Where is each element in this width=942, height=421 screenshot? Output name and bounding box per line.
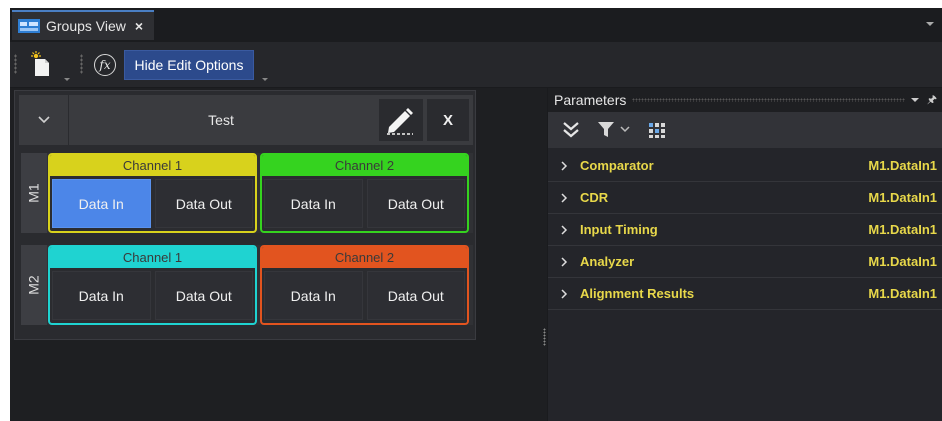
param-value: M1.DataIn1 [868, 222, 937, 237]
pencil-icon [387, 108, 413, 135]
tab-groups-view[interactable]: Groups View × [12, 10, 154, 40]
toolbar: fx Hide Edit Options [10, 42, 942, 88]
data-in-button[interactable]: Data In [264, 271, 363, 320]
chevron-right-icon [561, 256, 568, 267]
group-header: Test X [19, 95, 473, 145]
parameters-title: Parameters [554, 92, 627, 108]
chevron-right-icon [561, 160, 568, 171]
panel-splitter[interactable] [543, 328, 546, 346]
param-row-comparator[interactable]: Comparator M1.DataIn1 [548, 150, 942, 182]
parameters-toolbar [548, 112, 942, 148]
data-in-button[interactable]: Data In [52, 179, 151, 228]
toolbar-grip[interactable] [14, 54, 17, 74]
new-document-icon [31, 51, 49, 76]
group-title: Test [208, 112, 234, 128]
param-name: Input Timing [580, 222, 658, 237]
fx-button[interactable]: fx [90, 51, 120, 79]
new-document-button[interactable] [26, 50, 56, 78]
data-in-button[interactable]: Data In [52, 271, 151, 320]
param-name: Alignment Results [580, 286, 695, 301]
grid-view-button[interactable] [646, 119, 668, 141]
parameters-title-bar: Parameters 🖈 [548, 88, 942, 112]
module-label: M1 [21, 153, 47, 233]
title-bar-grip [632, 98, 905, 102]
chevron-right-icon [561, 192, 568, 203]
data-out-button[interactable]: Data Out [154, 271, 253, 320]
data-out-button[interactable]: Data Out [154, 179, 253, 228]
collapse-button[interactable] [19, 95, 69, 145]
parameters-panel: Parameters 🖈 Comparator M1.DataIn1 CDR M… [547, 88, 942, 421]
chevron-right-icon [561, 224, 568, 235]
param-name: CDR [580, 190, 609, 205]
grid-icon [649, 123, 665, 138]
param-row-cdr[interactable]: CDR M1.DataIn1 [548, 182, 942, 214]
param-value: M1.DataIn1 [868, 286, 937, 301]
groups-panel: Test X M1 Channel 1 Data In Data Out Cha… [14, 90, 476, 340]
data-in-button[interactable]: Data In [264, 179, 363, 228]
filter-icon [598, 122, 630, 137]
module-row-m1: M1 Channel 1 Data In Data Out Channel 2 … [21, 153, 473, 233]
param-name: Analyzer [580, 254, 635, 269]
channel-title: Channel 2 [262, 247, 467, 268]
hide-edit-options-button[interactable]: Hide Edit Options [124, 50, 254, 80]
double-chevron-down-icon [563, 122, 579, 138]
param-value: M1.DataIn1 [868, 254, 937, 269]
tab-close-icon[interactable]: × [135, 18, 143, 34]
data-out-button[interactable]: Data Out [366, 271, 465, 320]
tab-strip-dropdown-icon[interactable] [926, 22, 934, 26]
channel-card: Channel 2 Data In Data Out [260, 245, 469, 325]
channel-title: Channel 2 [262, 155, 467, 176]
param-name: Comparator [580, 158, 654, 173]
groups-view-icon [18, 19, 40, 33]
pin-icon[interactable]: 🖈 [927, 91, 937, 110]
tab-title: Groups View [46, 18, 126, 34]
toolbar-grip[interactable] [80, 54, 83, 74]
param-row-alignment-results[interactable]: Alignment Results M1.DataIn1 [548, 278, 942, 310]
channel-title: Channel 1 [50, 155, 255, 176]
param-row-analyzer[interactable]: Analyzer M1.DataIn1 [548, 246, 942, 278]
new-document-dropdown-icon[interactable] [64, 78, 70, 81]
close-group-button[interactable]: X [427, 99, 469, 141]
toolbar-overflow-icon[interactable] [262, 78, 268, 81]
app-window: Groups View × fx Hide Edit Options Test … [10, 8, 942, 421]
channel-card: Channel 1 Data In Data Out [48, 153, 257, 233]
module-label: M2 [21, 245, 47, 325]
channel-title: Channel 1 [50, 247, 255, 268]
chevron-right-icon [561, 288, 568, 299]
module-label-text: M2 [25, 275, 42, 295]
param-value: M1.DataIn1 [868, 190, 937, 205]
data-out-button[interactable]: Data Out [366, 179, 465, 228]
edit-group-button[interactable] [379, 99, 423, 141]
panel-menu-icon[interactable] [910, 98, 919, 102]
chevron-down-icon [37, 116, 50, 124]
channel-card: Channel 1 Data In Data Out [48, 245, 257, 325]
parameters-list: Comparator M1.DataIn1 CDR M1.DataIn1 Inp… [548, 150, 942, 310]
channel-card: Channel 2 Data In Data Out [260, 153, 469, 233]
module-label-text: M1 [25, 183, 42, 203]
module-row-m2: M2 Channel 1 Data In Data Out Channel 2 … [21, 245, 473, 325]
param-row-input-timing[interactable]: Input Timing M1.DataIn1 [548, 214, 942, 246]
filter-button[interactable] [596, 119, 632, 141]
param-value: M1.DataIn1 [868, 158, 937, 173]
tab-strip: Groups View × [10, 8, 942, 42]
fx-icon: fx [94, 54, 116, 76]
expand-all-button[interactable] [560, 119, 582, 141]
